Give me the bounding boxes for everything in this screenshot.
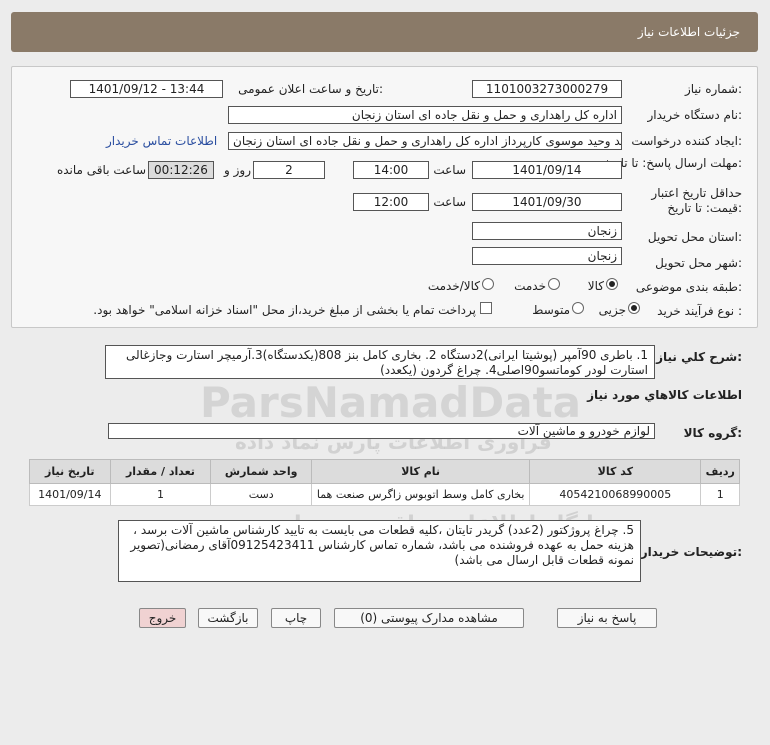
process-minor-label: جزیی [598, 303, 626, 317]
watermark-brand: ParsNamadData [200, 378, 581, 427]
process-medium-radio[interactable] [572, 302, 584, 314]
goods-group-field: لوازم خودرو و ماشین آلات [108, 423, 655, 439]
announce-field: 1401/09/12 - 13:44 [70, 80, 223, 98]
days-field: 2 [253, 161, 325, 179]
category-service-radio[interactable] [548, 278, 560, 290]
print-button[interactable]: چاپ [271, 608, 321, 628]
cell-unit: دست [210, 483, 313, 506]
need-number-field: 1101003273000279 [472, 80, 622, 98]
process-medium-label: متوسط [532, 303, 570, 317]
view-attachments-button[interactable]: مشاهده مدارک پیوستی (0) [334, 608, 524, 628]
days-label: روز و [224, 163, 251, 177]
goods-group-label: گروه کالا: [683, 426, 742, 440]
exit-button[interactable]: خروج [139, 608, 186, 628]
category-service-label: خدمت [514, 279, 546, 293]
requester-field: سید وحید موسوی کارپرداز اداره کل راهداری… [228, 132, 622, 150]
process-minor-radio[interactable] [628, 302, 640, 314]
need-number-label: شماره نیاز: [684, 82, 742, 96]
cell-goods-name: بخاری کامل وسط اتوبوس زاگرس صنعت هما [311, 483, 531, 506]
deadline-time-field: 14:00 [353, 161, 429, 179]
validity-time-field: 12:00 [353, 193, 429, 211]
category-goods-service-label: کالا/خدمت [427, 279, 480, 293]
province-field: زنجان [472, 222, 622, 240]
city-field: زنجان [472, 247, 622, 265]
validity-label-2: قیمت: تا تاریخ: [667, 201, 742, 215]
goods-table-header: تاریخ نیاز تعداد / مقدار واحد شمارش نام … [29, 459, 740, 484]
cell-quantity: 1 [109, 483, 212, 506]
goods-section-title: اطلاعات کالاهاي مورد نياز [587, 388, 742, 402]
buyer-notes-text: 5. چراغ پروژکتور (2عدد) گریدر تایتان ،کل… [118, 520, 641, 582]
buyer-notes-label: توضیحات خریدار: [640, 545, 742, 559]
province-label: استان محل تحویل: [647, 230, 742, 244]
requester-label: ایجاد کننده درخواست: [631, 134, 742, 148]
cell-goods-code: 4054210068990005 [529, 483, 702, 506]
back-button[interactable]: بازگشت [198, 608, 258, 628]
announce-label: تاریخ و ساعت اعلان عمومی: [238, 82, 383, 96]
remaining-time-field: 00:12:26 [148, 161, 214, 179]
col-goods-code: کد کالا [529, 459, 702, 484]
col-goods-name: نام کالا [311, 459, 531, 484]
page-header: جزئیات اطلاعات نیاز [11, 12, 758, 52]
category-goods-service-radio[interactable] [482, 278, 494, 290]
summary-text: 1. باطری 90آمپر (پوشیتا ایرانی)2دستگاه 2… [105, 345, 655, 379]
col-unit: واحد شمارش [210, 459, 313, 484]
col-need-date: تاریخ نیاز [29, 459, 111, 484]
summary-label: شرح کلي نياز: [656, 350, 742, 364]
buyer-org-field: اداره کل راهداری و حمل و نقل جاده ای است… [228, 106, 622, 124]
category-label: طبقه بندی موضوعی: [635, 280, 742, 294]
validity-date-field: 1401/09/30 [472, 193, 622, 211]
deadline-time-label: ساعت [433, 163, 466, 177]
process-label: نوع فرآیند خرید : [657, 304, 742, 318]
buyer-org-label: نام دستگاه خریدار: [647, 108, 743, 122]
treasury-note: پرداخت تمام یا بخشی از مبلغ خرید،از محل … [93, 303, 476, 317]
validity-time-label: ساعت [433, 195, 466, 209]
cell-need-date: 1401/09/14 [29, 483, 111, 506]
validity-label-1: حداقل تاریخ اعتبار [651, 186, 742, 200]
cell-row-number: 1 [700, 483, 740, 506]
page-title: جزئیات اطلاعات نیاز [637, 25, 740, 39]
reply-button[interactable]: پاسخ به نیاز [557, 608, 657, 628]
treasury-checkbox[interactable] [480, 302, 492, 314]
remaining-label: ساعت باقی مانده [56, 163, 146, 177]
city-label: شهر محل تحویل: [655, 256, 742, 270]
deadline-date-field: 1401/09/14 [472, 161, 622, 179]
deadline-label: مهلت ارسال پاسخ: تا تاریخ: [603, 156, 742, 170]
col-row-number: ردیف [700, 459, 740, 484]
category-goods-label: کالا [587, 279, 604, 293]
goods-table: تاریخ نیاز تعداد / مقدار واحد شمارش نام … [29, 459, 740, 506]
col-quantity: تعداد / مقدار [109, 459, 212, 484]
table-row: 1401/09/14 1 دست بخاری کامل وسط اتوبوس ز… [29, 483, 740, 506]
buyer-contact-link[interactable]: اطلاعات تماس خریدار [106, 134, 217, 148]
category-goods-radio[interactable] [606, 278, 618, 290]
